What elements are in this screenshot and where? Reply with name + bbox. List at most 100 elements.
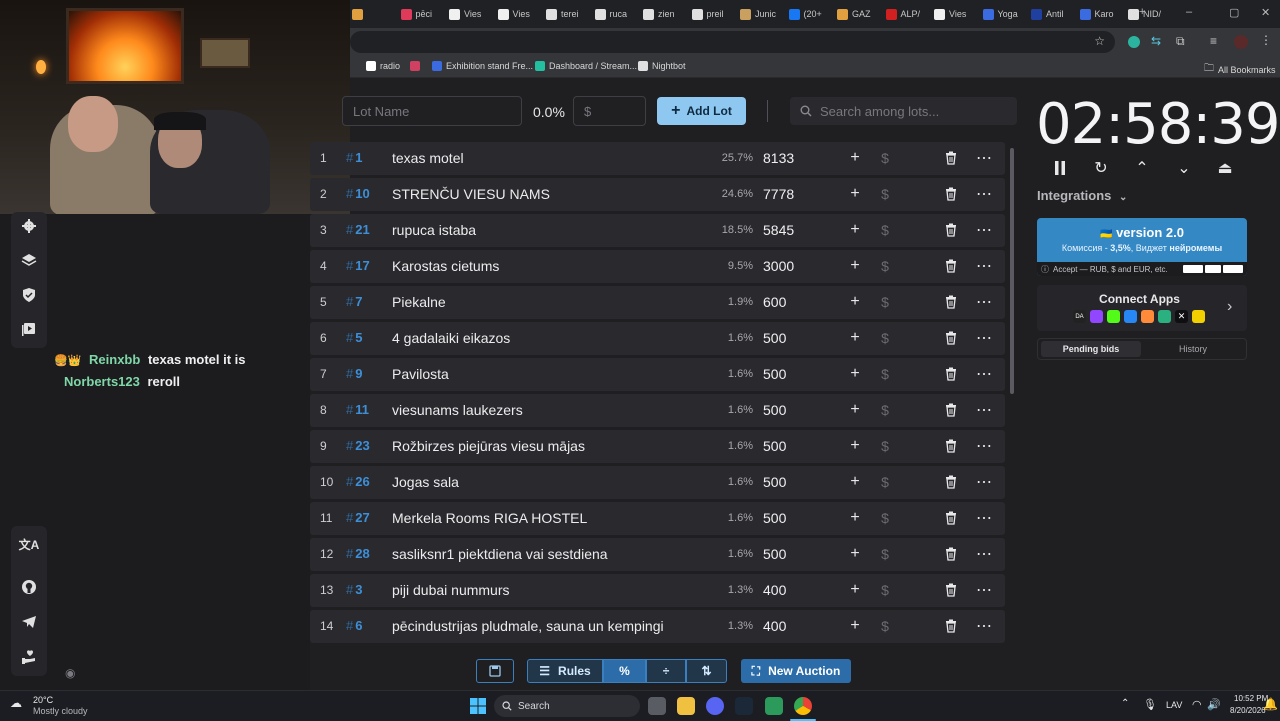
- dollar-icon[interactable]: $: [875, 400, 895, 420]
- add-bid-icon[interactable]: +: [845, 436, 865, 456]
- steam-icon[interactable]: [735, 697, 753, 715]
- amount-input[interactable]: $: [573, 96, 646, 126]
- add-bid-icon[interactable]: +: [845, 292, 865, 312]
- lot-name[interactable]: viesunams laukezers: [392, 402, 523, 418]
- notification-bell-icon[interactable]: 🔔: [1263, 697, 1278, 711]
- chrome-icon[interactable]: [794, 697, 812, 715]
- delete-trash-icon[interactable]: [941, 256, 961, 276]
- lot-amount[interactable]: 500: [763, 510, 786, 526]
- lot-row[interactable]: 9 #23 Rožbirzes piejūras viesu mājas 1.6% 50…: [310, 430, 1005, 463]
- video-library-icon[interactable]: [11, 312, 47, 346]
- lot-amount[interactable]: 600: [763, 294, 786, 310]
- more-options-icon[interactable]: ⋯: [974, 544, 994, 564]
- lot-name[interactable]: sasliksnr1 piektdiena vai sestdiena: [392, 546, 608, 562]
- pause-button[interactable]: [1050, 158, 1070, 178]
- rules-button[interactable]: ☰ Rules: [527, 659, 603, 683]
- chevron-up-icon[interactable]: ⌃: [1121, 698, 1129, 709]
- dollar-icon[interactable]: $: [875, 580, 895, 600]
- more-options-icon[interactable]: ⋯: [974, 364, 994, 384]
- app-icon[interactable]: [765, 697, 783, 715]
- add-bid-icon[interactable]: +: [845, 616, 865, 636]
- add-bid-icon[interactable]: +: [845, 256, 865, 276]
- windows-start-icon[interactable]: [470, 698, 486, 714]
- layers-icon[interactable]: [11, 243, 47, 277]
- lot-name[interactable]: Piekalne: [392, 294, 446, 310]
- lot-amount[interactable]: 500: [763, 366, 786, 382]
- more-options-icon[interactable]: ⋯: [974, 256, 994, 276]
- chat-username[interactable]: Reinxbb: [89, 352, 140, 367]
- dollar-icon[interactable]: $: [875, 472, 895, 492]
- bookmark-item[interactable]: Exhibition stand Fre...: [432, 61, 533, 71]
- browser-tab[interactable]: preil: [691, 6, 736, 22]
- lot-name[interactable]: Rožbirzes piejūras viesu mājas: [392, 438, 585, 454]
- browser-tab[interactable]: pēci: [400, 6, 445, 22]
- lot-name-input[interactable]: Lot Name: [342, 96, 522, 126]
- profile-avatar[interactable]: [1234, 35, 1248, 49]
- add-bid-icon[interactable]: +: [845, 580, 865, 600]
- delete-trash-icon[interactable]: [941, 184, 961, 204]
- lot-row[interactable]: 12 #28 sasliksnr1 piektdiena vai sestdien…: [310, 538, 1005, 571]
- more-options-icon[interactable]: ⋯: [974, 472, 994, 492]
- clock-date[interactable]: 8/20/2026: [1230, 706, 1266, 715]
- more-options-icon[interactable]: ⋯: [974, 400, 994, 420]
- delete-trash-icon[interactable]: [941, 148, 961, 168]
- dollar-icon[interactable]: $: [875, 364, 895, 384]
- browser-tab[interactable]: GAZ: [837, 6, 881, 22]
- add-bid-icon[interactable]: +: [845, 148, 865, 168]
- bookmark-item[interactable]: Dashboard / Stream...: [535, 61, 637, 71]
- browser-tab[interactable]: (20+: [788, 6, 833, 22]
- save-button[interactable]: [476, 659, 514, 683]
- browser-tab[interactable]: ALP/: [885, 6, 930, 22]
- tab-pending-bids[interactable]: Pending bids: [1041, 341, 1141, 357]
- add-bid-icon[interactable]: +: [845, 220, 865, 240]
- more-options-icon[interactable]: ⋯: [974, 220, 994, 240]
- omnibox[interactable]: ☆: [350, 31, 1115, 53]
- lot-row[interactable]: 11 #27 Merkela Rooms RIGA HOSTEL 1.6% 500 + $…: [310, 502, 1005, 535]
- all-bookmarks[interactable]: 🗀 All Bookmarks: [1204, 61, 1276, 78]
- lot-amount[interactable]: 500: [763, 546, 786, 562]
- browser-tab[interactable]: Vies: [497, 6, 542, 22]
- delete-trash-icon[interactable]: [941, 472, 961, 492]
- browser-menu-icon[interactable]: ⋮: [1260, 33, 1272, 47]
- browser-tab[interactable]: Junic: [740, 6, 784, 22]
- star-bookmark-icon[interactable]: ☆: [1094, 34, 1105, 48]
- browser-tab[interactable]: ruca: [594, 6, 639, 22]
- lot-name[interactable]: piji dubai nummurs: [392, 582, 510, 598]
- browser-tab[interactable]: zien: [643, 6, 687, 22]
- more-options-icon[interactable]: ⋯: [974, 580, 994, 600]
- wifi-icon[interactable]: ◠: [1192, 698, 1202, 711]
- integrations-dropdown[interactable]: Integrations ⌄: [1037, 188, 1127, 203]
- more-options-icon[interactable]: ⋯: [974, 148, 994, 168]
- lot-row[interactable]: 6 #5 4 gadalaiki eikazos 1.6% 500 + $ ⋯: [310, 322, 1005, 355]
- lot-amount[interactable]: 7778: [763, 186, 794, 202]
- browser-tab[interactable]: Yoga: [982, 6, 1027, 22]
- sort-button[interactable]: ⇅: [686, 659, 727, 683]
- connect-apps-panel[interactable]: Connect Apps DA ✕ ›: [1037, 285, 1247, 331]
- lot-row[interactable]: 4 #17 Karostas cietums 9.5% 3000 + $ ⋯: [310, 250, 1005, 283]
- minimize-button[interactable]: –: [1186, 6, 1192, 18]
- lot-row[interactable]: 2 #10 STRENČU VIESU NAMS 24.6% 7778 + $ ⋯: [310, 178, 1005, 211]
- add-bid-icon[interactable]: +: [845, 544, 865, 564]
- lot-name[interactable]: 4 gadalaiki eikazos: [392, 330, 510, 346]
- reading-list-icon[interactable]: ≡: [1210, 34, 1217, 48]
- lot-amount[interactable]: 5845: [763, 222, 794, 238]
- add-lot-button[interactable]: + Add Lot: [657, 97, 746, 125]
- add-bid-icon[interactable]: +: [845, 400, 865, 420]
- dollar-icon[interactable]: $: [875, 544, 895, 564]
- dollar-icon[interactable]: $: [875, 328, 895, 348]
- more-options-icon[interactable]: ⋯: [974, 508, 994, 528]
- delete-trash-icon[interactable]: [941, 364, 961, 384]
- volume-icon[interactable]: 🔊: [1207, 698, 1221, 711]
- discord-icon[interactable]: [706, 697, 724, 715]
- add-bid-icon[interactable]: +: [845, 328, 865, 348]
- bookmark-item[interactable]: Nightbot: [638, 61, 686, 71]
- lot-name[interactable]: Merkela Rooms RIGA HOSTEL: [392, 510, 587, 526]
- delete-trash-icon[interactable]: [941, 508, 961, 528]
- more-options-icon[interactable]: ⋯: [974, 328, 994, 348]
- lot-row[interactable]: 8 #11 viesunams laukezers 1.6% 500 + $ ⋯: [310, 394, 1005, 427]
- lot-row[interactable]: 3 #21 rupuca istaba 18.5% 5845 + $ ⋯: [310, 214, 1005, 247]
- microphone-icon[interactable]: 🎙: [1143, 698, 1157, 711]
- lot-amount[interactable]: 500: [763, 474, 786, 490]
- browser-tab[interactable]: NID/: [1128, 6, 1172, 22]
- extension-icon[interactable]: [1128, 36, 1140, 48]
